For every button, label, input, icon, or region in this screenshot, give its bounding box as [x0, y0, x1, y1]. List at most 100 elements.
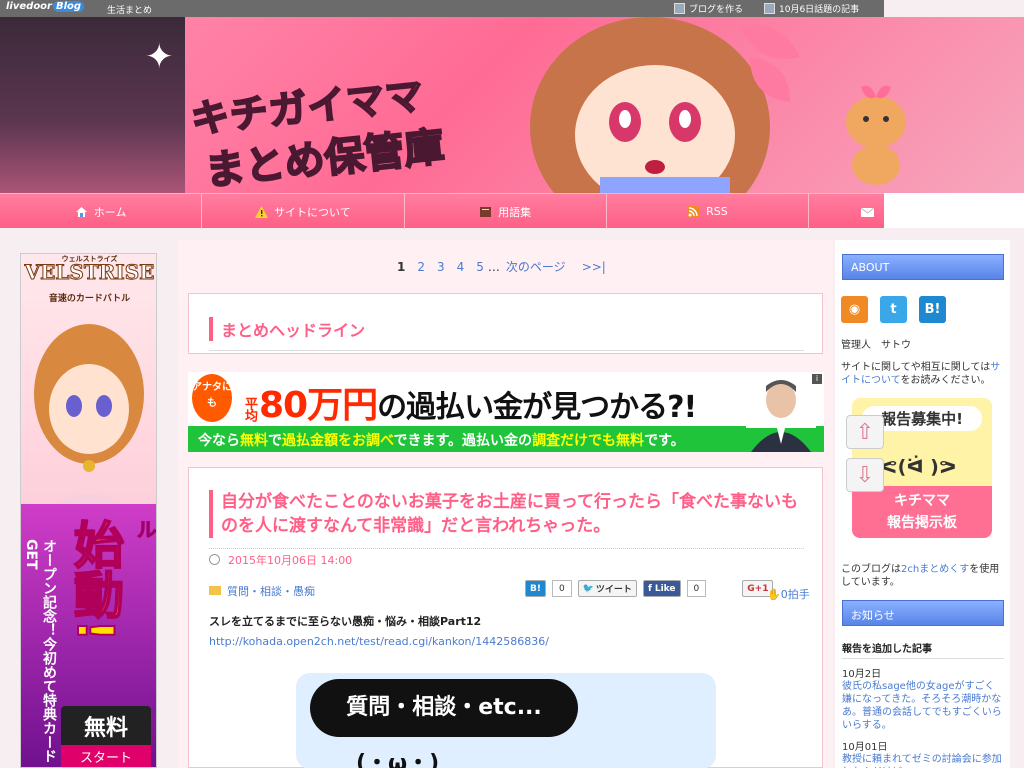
pencil-icon	[674, 3, 685, 14]
banner-footer: 今なら無料で過払金額をお調べできます。過払い金の調査だけでも無料です。	[198, 430, 685, 450]
overpayment-ad-banner[interactable]: アナタにも 平均80万円の過払い金が見つかる?! 今なら無料で過払金額をお調べで…	[188, 372, 824, 452]
logo-text: livedoor	[6, 1, 52, 12]
clock-icon	[209, 554, 220, 565]
notice-title: 報告を追加した記事	[842, 640, 1004, 659]
nav-about-label: サイトについて	[274, 205, 351, 219]
pagination: 1 2 3 4 5… 次のページ >>|	[397, 258, 618, 275]
article-title[interactable]: 自分が食べたことのないお菓子をお土産に買って行ったら「食べた事ないものを人に渡す…	[209, 490, 807, 538]
matome-link[interactable]: 生活まとめ	[107, 3, 152, 16]
notice-date: 10月2日	[842, 669, 882, 680]
article-panel: 自分が食べたことのないお菓子をお土産に買って行ったら「食べた事ないものを人に渡す…	[188, 467, 823, 768]
site-header[interactable]: ✦ キチガイママ まとめ保管庫	[0, 17, 1024, 193]
rss-icon[interactable]: ◉	[841, 296, 868, 323]
create-blog-label: ブログを作る	[689, 5, 744, 15]
last-page-link[interactable]: >>|	[582, 260, 606, 274]
about-text-suffix: をお読みください。	[900, 375, 991, 386]
headline-divider	[209, 350, 804, 351]
source-thread-link[interactable]: http://kohada.open2ch.net/test/read.cgi/…	[209, 635, 549, 648]
headline-panel: まとめヘッドライン	[188, 293, 823, 354]
nav-contact[interactable]	[809, 194, 884, 229]
article-image-bubble: 質問・相談・etc...	[310, 679, 578, 737]
nav-glossary-label: 用語集	[498, 205, 532, 219]
scroll-down-button[interactable]: ⇩	[846, 458, 884, 492]
ad-info-icon[interactable]: i	[812, 374, 822, 384]
twitter-icon[interactable]: t	[880, 296, 907, 323]
article-category[interactable]: 質問・相談・愚痴	[209, 583, 315, 599]
nav-rss[interactable]: RSS	[607, 194, 810, 229]
ad-start-button[interactable]: 無料 スタート	[61, 706, 151, 767]
warning-icon	[255, 205, 269, 218]
page-4[interactable]: 4	[457, 260, 465, 274]
scroll-up-button[interactable]: ⇧	[846, 415, 884, 449]
facebook-like-button[interactable]: f Like	[642, 580, 681, 597]
clap-count: 0拍手	[780, 588, 810, 601]
global-nav: ホーム サイトについて 用語集 RSS	[0, 193, 884, 229]
banner-amount: 80万円	[259, 385, 378, 426]
banner-headline: 平均80万円の過払い金が見つかる?!	[240, 376, 715, 428]
board-face: ᕙ(ᐛ )ᕗ	[880, 456, 957, 478]
page-1: 1	[397, 260, 406, 274]
ad-big-text: 始動!	[65, 518, 125, 643]
like-label: Like	[654, 583, 676, 594]
page-2[interactable]: 2	[417, 260, 425, 274]
notice-link[interactable]: 教授に頼まれてゼミの討論会に参加したんだけど	[842, 753, 1004, 768]
mail-icon	[861, 207, 875, 217]
ad-cta-main: 無料	[83, 716, 128, 741]
topics-link[interactable]: 10月6日話題の記事	[764, 2, 859, 15]
notice-heading: お知らせ	[842, 600, 1004, 626]
create-blog-link[interactable]: ブログを作る	[674, 2, 743, 15]
about-text-prefix: サイトに関してや相互に関しては	[841, 362, 991, 373]
left-sidebar-ad[interactable]: ウェルストライズ VELSTRISE 音速のカードバトル 始動! 興奮度MAXの…	[20, 253, 157, 768]
clap-button[interactable]: ✋0拍手	[767, 586, 810, 602]
hatena-icon[interactable]: B!	[919, 296, 946, 323]
banner-footer-free: 無料	[240, 433, 268, 449]
about-text: サイトに関してや相互に関してはサイトについてをお読みください。	[841, 361, 1006, 387]
notice-date: 10月01日	[842, 742, 888, 753]
nav-rss-label: RSS	[706, 205, 728, 218]
about-heading: ABOUT	[842, 254, 1004, 280]
ad-cta-sub: スタート	[61, 745, 151, 767]
header-character-illustration	[530, 17, 800, 193]
header-bear-illustration	[846, 85, 906, 185]
like-count: 0	[686, 580, 707, 597]
ad-subtitle: 音速のカードバトル	[48, 294, 131, 304]
notice-list: 報告を追加した記事 10月2日 彼氏の私sage他の女ageがすごく嫌になってき…	[842, 640, 1004, 768]
notice-link[interactable]: 彼氏の私sage他の女ageがすごく嫌になってきた。そろそろ潮時かなあ。普通の会…	[842, 680, 1004, 732]
nav-glossary[interactable]: 用語集	[405, 194, 607, 229]
nav-home[interactable]: ホーム	[0, 194, 203, 229]
logo-tag: Blog	[53, 1, 85, 12]
top-bar: livedoor Blog 生活まとめ ブログを作る 10月6日話題の記事	[0, 0, 884, 17]
admin-name: 管理人 サトウ	[841, 340, 911, 351]
uses-prefix: このブログは	[841, 564, 901, 575]
topics-label: 10月6日話題の記事	[779, 5, 860, 15]
nav-right-blank	[884, 193, 1024, 228]
hatena-count: 0	[551, 580, 572, 597]
book-icon	[480, 206, 492, 217]
uses-link[interactable]: 2chまとめくす	[901, 564, 969, 575]
folder-icon	[209, 586, 221, 595]
tweet-button[interactable]: 🐦 ツイート	[577, 580, 637, 597]
article-image-face: (・ω・)	[356, 751, 440, 768]
calendar-icon	[764, 3, 775, 14]
hatena-bookmark-button[interactable]: B!	[525, 580, 546, 597]
banner-avg-label: 平均	[242, 396, 257, 421]
ad-promo-text: オープン記念！今初めて特典カードGET	[23, 539, 57, 763]
banner-footer-part4: です。	[644, 433, 685, 449]
livedoor-blog-logo[interactable]: livedoor Blog	[6, 1, 85, 12]
nav-about[interactable]: サイトについて	[202, 194, 405, 229]
article-date-text: 2015年10月06日 14:00	[228, 554, 353, 567]
ad-brand-logo: VELSTRISE	[24, 260, 155, 285]
uses-text: このブログは2chまとめくすを使用しています。	[841, 563, 1009, 589]
sparkle-icon: ✦	[145, 37, 174, 77]
facebook-icon: f	[647, 583, 652, 594]
twitter-bird-icon: 🐦	[582, 583, 594, 594]
banner-footer-part3: できます。過払い金の	[393, 433, 533, 449]
board-bottom: キチママ 報告掲示板	[852, 486, 992, 538]
next-page-link[interactable]: 次のページ	[506, 260, 566, 274]
site-title[interactable]: キチガイママ まとめ保管庫	[188, 72, 510, 193]
page-5[interactable]: 5	[476, 260, 484, 274]
page-3[interactable]: 3	[437, 260, 445, 274]
banner-footer-check: 過払金額をお調べ	[282, 433, 394, 449]
headline-title: まとめヘッドライン	[209, 317, 365, 341]
banner-lawyer-photo	[746, 374, 816, 452]
